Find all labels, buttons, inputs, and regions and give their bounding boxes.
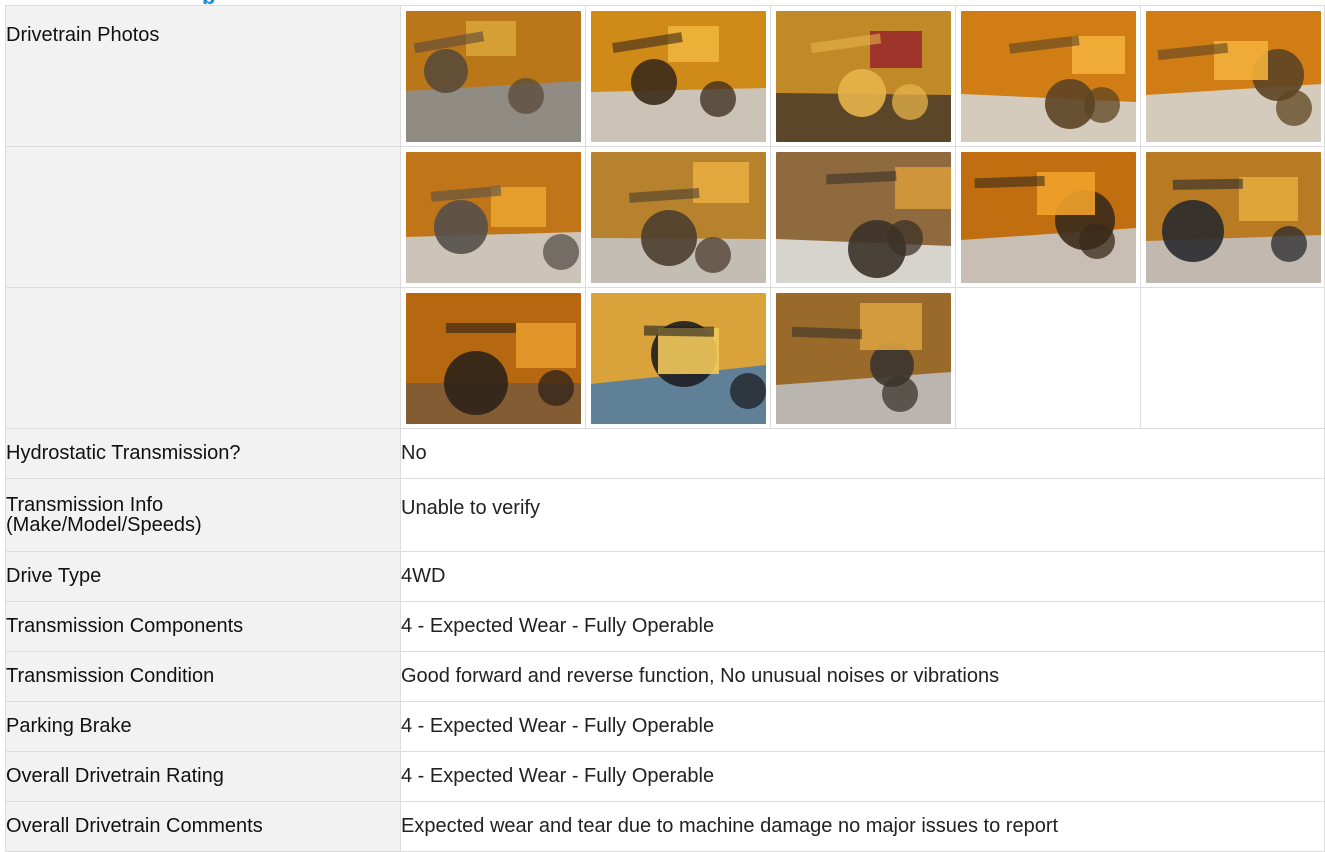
empty-label-cell — [5, 146, 401, 288]
field-row-drive-type: Drive Type 4WD — [5, 551, 1325, 602]
photo-thumbnail[interactable] — [961, 11, 1136, 142]
photo-cell — [401, 288, 586, 428]
field-row-overall-comments: Overall Drivetrain Comments Expected wea… — [5, 801, 1325, 852]
photo-thumbnail[interactable] — [591, 152, 766, 283]
overall-rating-value: 4 - Expected Wear - Fully Operable — [400, 751, 1325, 802]
photo-thumbnail[interactable] — [1146, 152, 1321, 283]
field-row-transmission-info: Transmission Info (Make/Model/Speeds) Un… — [5, 478, 1325, 552]
photo-cell — [1141, 6, 1325, 146]
section-title-fragment: p — [202, 0, 232, 4]
photo-thumbnail[interactable] — [406, 293, 581, 424]
photo-row-2 — [5, 146, 1325, 288]
photo-cell — [1141, 288, 1325, 428]
photo-thumbnail[interactable] — [776, 152, 951, 283]
field-row-parking-brake: Parking Brake 4 - Expected Wear - Fully … — [5, 701, 1325, 752]
photo-thumbnail[interactable] — [406, 152, 581, 283]
field-row-overall-rating: Overall Drivetrain Rating 4 - Expected W… — [5, 751, 1325, 802]
photo-cell — [956, 6, 1141, 146]
photo-thumbnail[interactable] — [961, 152, 1136, 283]
photo-cell — [956, 288, 1141, 428]
parking-brake-value: 4 - Expected Wear - Fully Operable — [400, 701, 1325, 752]
overall-rating-label: Overall Drivetrain Rating — [5, 751, 401, 802]
transmission-info-label: Transmission Info (Make/Model/Speeds) — [5, 478, 401, 552]
transmission-components-value: 4 - Expected Wear - Fully Operable — [400, 601, 1325, 652]
field-row-transmission-components: Transmission Components 4 - Expected Wea… — [5, 601, 1325, 652]
photo-cell — [771, 147, 956, 287]
photo-cell — [586, 6, 771, 146]
drivetrain-report-table: Drivetrain Photos Hydrostatic Transmissi… — [5, 5, 1325, 852]
transmission-components-label: Transmission Components — [5, 601, 401, 652]
field-row-hydrostatic: Hydrostatic Transmission? No — [5, 428, 1325, 479]
photo-thumbnail[interactable] — [776, 293, 951, 424]
photo-thumbnail[interactable] — [591, 293, 766, 424]
photo-cell — [401, 147, 586, 287]
photo-cell — [1141, 147, 1325, 287]
transmission-condition-label: Transmission Condition — [5, 651, 401, 702]
photo-grid-row-3 — [401, 288, 1324, 428]
drive-type-label: Drive Type — [5, 551, 401, 602]
overall-comments-value: Expected wear and tear due to machine da… — [400, 801, 1325, 852]
photo-thumbnail[interactable] — [406, 11, 581, 142]
photo-thumbnail[interactable] — [591, 11, 766, 142]
photo-cell — [586, 147, 771, 287]
photo-grid-row-1 — [401, 6, 1324, 146]
photo-cell — [586, 288, 771, 428]
photo-cell — [956, 147, 1141, 287]
photo-thumbnail[interactable] — [776, 11, 951, 142]
empty-label-cell — [5, 287, 401, 429]
hydrostatic-value: No — [400, 428, 1325, 479]
transmission-condition-value: Good forward and reverse function, No un… — [400, 651, 1325, 702]
transmission-info-label-line-1: Transmission Info — [6, 494, 164, 516]
field-row-transmission-condition: Transmission Condition Good forward and … — [5, 651, 1325, 702]
photo-cell — [771, 6, 956, 146]
photo-thumbnail[interactable] — [1146, 11, 1321, 142]
hydrostatic-label: Hydrostatic Transmission? — [5, 428, 401, 479]
parking-brake-label: Parking Brake — [5, 701, 401, 752]
photo-grid-row-2 — [401, 147, 1324, 287]
photo-cell — [771, 288, 956, 428]
transmission-info-label-line-2: (Make/Model/Speeds) — [6, 514, 202, 536]
overall-comments-label: Overall Drivetrain Comments — [5, 801, 401, 852]
photo-row-3 — [5, 287, 1325, 429]
transmission-info-value: Unable to verify — [400, 478, 1325, 552]
drive-type-value: 4WD — [400, 551, 1325, 602]
drivetrain-photos-label: Drivetrain Photos — [5, 5, 401, 147]
photo-row-1: Drivetrain Photos — [5, 5, 1325, 147]
photo-cell — [401, 6, 586, 146]
